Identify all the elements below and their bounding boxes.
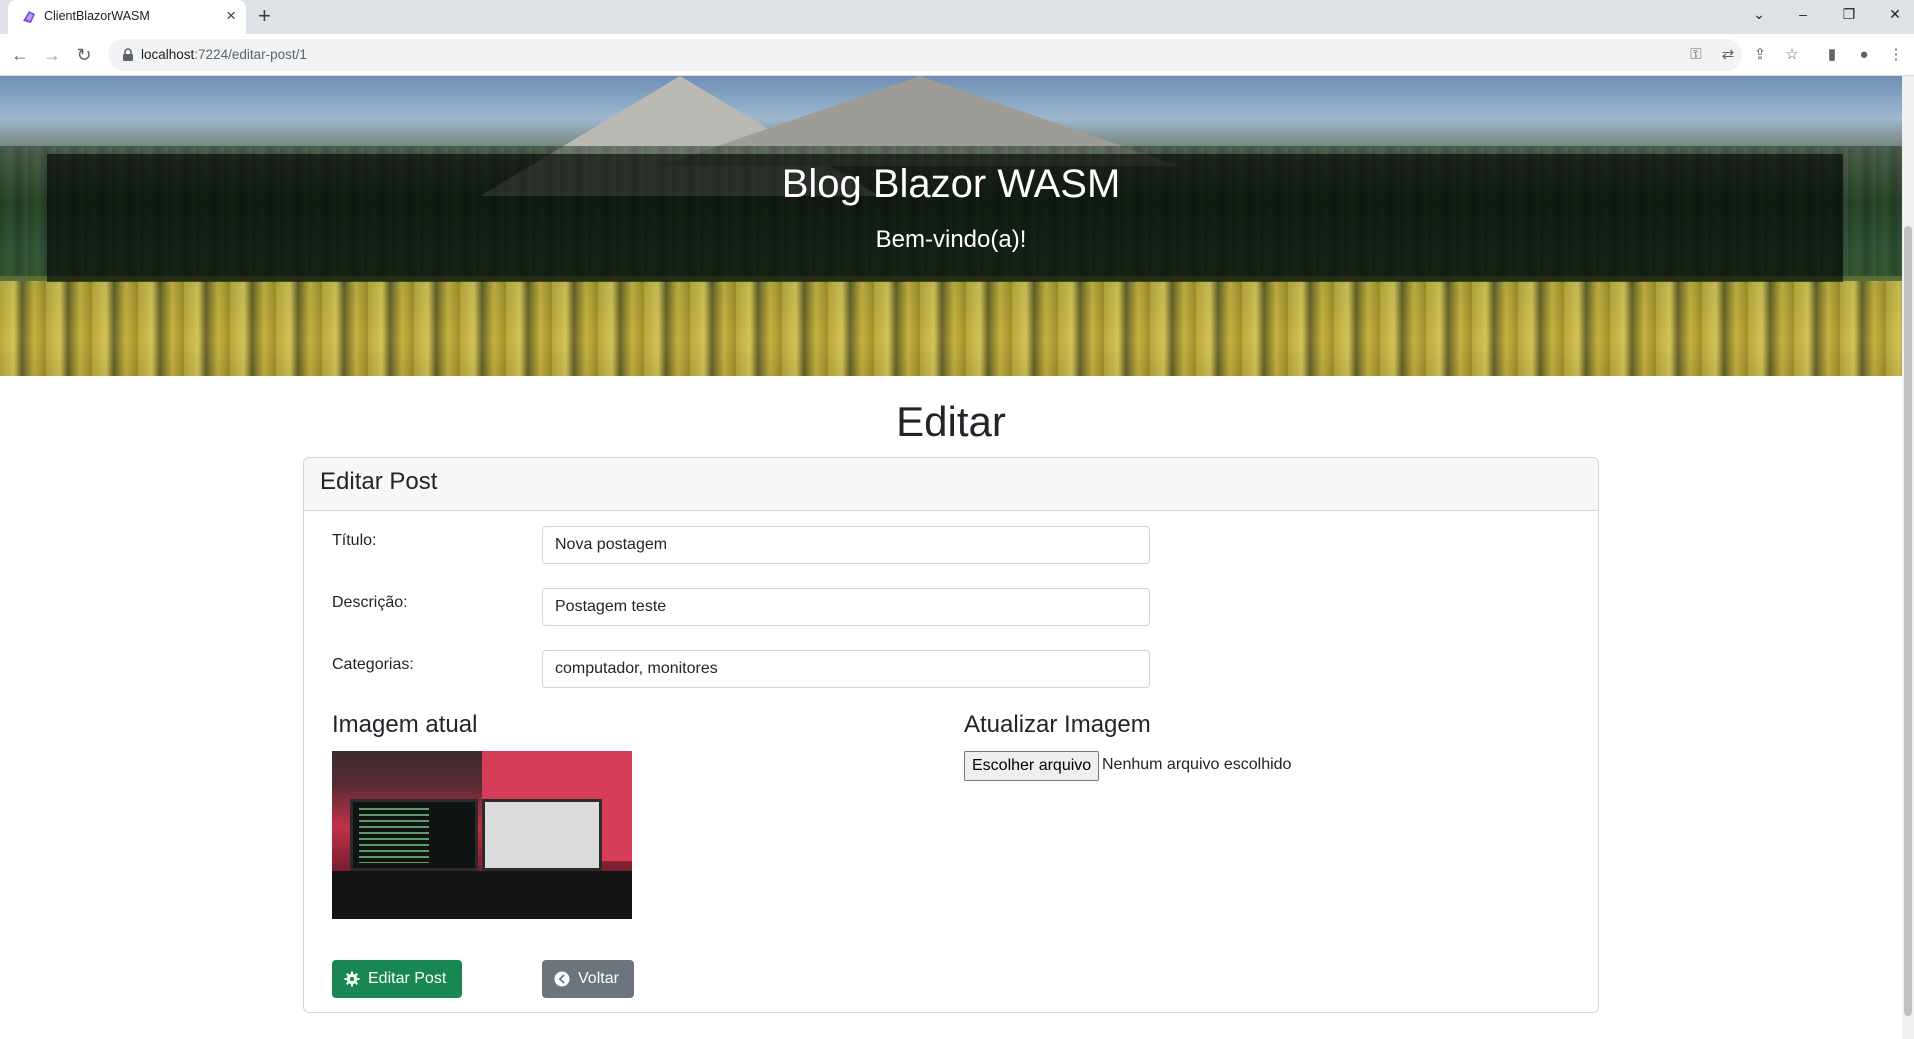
browser-tab-bar: ClientBlazorWASM × + ⌄ – ❐ ✕ bbox=[0, 0, 1914, 34]
page-scrollbar[interactable] bbox=[1902, 76, 1914, 1039]
tab-search-icon[interactable]: ⌄ bbox=[1736, 0, 1782, 30]
lock-icon bbox=[123, 48, 133, 61]
back-button[interactable]: Voltar bbox=[542, 960, 634, 998]
reload-icon[interactable]: ↻ bbox=[72, 43, 96, 67]
scrollbar-thumb[interactable] bbox=[1904, 226, 1912, 1016]
page-title: Editar bbox=[896, 398, 1006, 445]
thumb-monitor bbox=[350, 799, 478, 871]
categorias-label: Categorias: bbox=[332, 656, 414, 673]
thumb-monitor bbox=[482, 799, 602, 871]
back-icon[interactable]: ← bbox=[8, 43, 32, 67]
categorias-input[interactable] bbox=[542, 650, 1150, 688]
restore-icon[interactable]: ❐ bbox=[1826, 0, 1872, 30]
minimize-icon[interactable]: – bbox=[1780, 0, 1826, 30]
new-tab-icon[interactable]: + bbox=[258, 4, 271, 28]
titulo-label: Título: bbox=[332, 532, 377, 549]
site-title: Blog Blazor WASM bbox=[781, 162, 1121, 206]
current-image-title: Imagem atual bbox=[332, 711, 478, 738]
edit-post-card: Editar Post Título: Descrição: Categoria… bbox=[303, 457, 1599, 1013]
url-path: :7224/editar-post/1 bbox=[194, 47, 307, 62]
close-window-icon[interactable]: ✕ bbox=[1872, 0, 1914, 30]
browser-toolbar: ← → ↻ localhost:7224/editar-post/1 ⚿ ⇄ ⇪… bbox=[0, 34, 1914, 76]
choose-file-button[interactable]: Escolher arquivo bbox=[964, 751, 1100, 781]
thumb-desk bbox=[332, 871, 632, 919]
translate-icon[interactable]: ⇄ bbox=[1716, 43, 1740, 67]
forward-icon[interactable]: → bbox=[40, 43, 64, 67]
thumb-code bbox=[359, 808, 429, 863]
address-bar[interactable]: localhost:7224/editar-post/1 bbox=[108, 39, 1742, 71]
url-text: localhost:7224/editar-post/1 bbox=[141, 47, 307, 62]
titulo-input[interactable] bbox=[542, 526, 1150, 564]
card-title: Editar Post bbox=[320, 468, 438, 495]
edit-post-button-label: Editar Post bbox=[368, 970, 447, 987]
tab-title: ClientBlazorWASM bbox=[44, 9, 150, 23]
card-header: Editar Post bbox=[304, 458, 1598, 511]
hero-foliage bbox=[0, 281, 1902, 376]
browser-tab[interactable]: ClientBlazorWASM × bbox=[8, 0, 246, 34]
blazor-favicon-icon bbox=[23, 11, 35, 23]
url-host: localhost bbox=[141, 47, 195, 62]
current-post-image bbox=[332, 751, 632, 919]
menu-icon[interactable]: ⋮ bbox=[1884, 43, 1908, 67]
gear-icon bbox=[344, 971, 360, 987]
descricao-label: Descrição: bbox=[332, 594, 408, 611]
descricao-input[interactable] bbox=[542, 588, 1150, 626]
share-icon[interactable]: ⇪ bbox=[1748, 43, 1772, 67]
arrow-left-circle-icon bbox=[554, 971, 570, 987]
file-status-text: Nenhum arquivo escolhido bbox=[1102, 756, 1292, 773]
side-panel-icon[interactable]: ▮ bbox=[1820, 43, 1844, 67]
edit-post-button[interactable]: Editar Post bbox=[332, 960, 462, 998]
bookmark-star-icon[interactable]: ☆ bbox=[1780, 43, 1804, 67]
page-viewport: Blog Blazor WASM Bem-vindo(a)! Editar Ed… bbox=[0, 76, 1902, 1039]
back-button-label: Voltar bbox=[578, 970, 619, 987]
update-image-title: Atualizar Imagem bbox=[964, 711, 1151, 738]
tab-close-icon[interactable]: × bbox=[226, 6, 236, 26]
key-icon[interactable]: ⚿ bbox=[1684, 43, 1708, 67]
profile-icon[interactable]: ● bbox=[1852, 43, 1876, 67]
site-subtitle: Bem-vindo(a)! bbox=[875, 226, 1027, 253]
hero-banner: Blog Blazor WASM Bem-vindo(a)! bbox=[0, 76, 1902, 376]
